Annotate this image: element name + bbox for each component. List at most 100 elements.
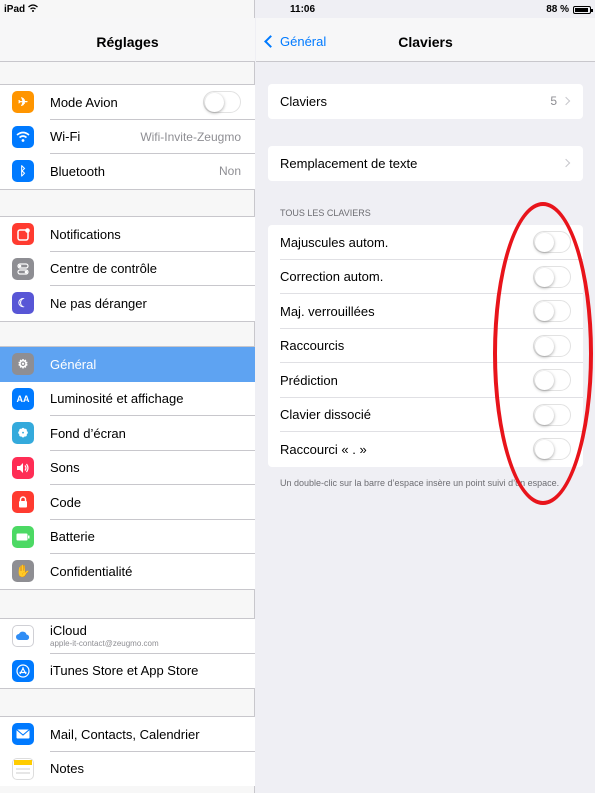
screen: Réglages ✈ Mode Avion Wi-Fi Wifi-Invite-… bbox=[0, 0, 595, 793]
keyboards-row[interactable]: Claviers 5 bbox=[268, 84, 583, 119]
settings-sidebar: Réglages ✈ Mode Avion Wi-Fi Wifi-Invite-… bbox=[0, 0, 255, 793]
predictive-toggle[interactable] bbox=[533, 369, 571, 392]
wifi-icon bbox=[12, 125, 34, 148]
device-name: iPad bbox=[4, 4, 26, 15]
sidebar-group-accounts: iCloud apple-it-contact@zeugmo.com iTune… bbox=[0, 618, 255, 689]
sidebar-item-sounds[interactable]: Sons bbox=[0, 451, 255, 485]
battery-status-icon bbox=[573, 5, 593, 14]
sidebar-item-display[interactable]: AA Luminosité et affichage bbox=[0, 382, 255, 416]
sidebar-item-label: Bluetooth bbox=[50, 163, 105, 179]
sidebar-item-battery[interactable]: Batterie bbox=[0, 520, 255, 554]
sidebar-item-label: Wi-Fi bbox=[50, 129, 81, 145]
sidebar-item-airplane[interactable]: ✈ Mode Avion bbox=[0, 85, 255, 120]
status-bar: iPad 11:06 88 % bbox=[0, 0, 595, 18]
sidebar-item-label: Sons bbox=[50, 460, 80, 476]
shortcuts-toggle[interactable] bbox=[533, 334, 571, 357]
status-time: 11:06 bbox=[290, 4, 316, 15]
toggle-row-period-shortcut: Raccourci « . » bbox=[268, 432, 583, 467]
sidebar-item-wifi[interactable]: Wi-Fi Wifi-Invite-Zeugmo bbox=[0, 120, 255, 154]
sidebar-group-general: ⚙ Général AA Luminosité et affichage ❁ F… bbox=[0, 346, 255, 590]
toggle-label: Maj. verrouillées bbox=[280, 303, 375, 319]
toggle-label: Correction autom. bbox=[280, 269, 384, 285]
sidebar-group-connectivity: ✈ Mode Avion Wi-Fi Wifi-Invite-Zeugmo ᛒ … bbox=[0, 84, 255, 190]
sidebar-group-notifications: Notifications Centre de contrôle ☾ Ne pa… bbox=[0, 216, 255, 322]
airplane-toggle[interactable] bbox=[203, 91, 241, 114]
toggle-label: Prédiction bbox=[280, 372, 338, 388]
battery-icon bbox=[12, 525, 34, 548]
status-left: iPad bbox=[4, 4, 39, 15]
wifi-status-icon bbox=[28, 4, 39, 15]
toggle-label: Raccourcis bbox=[280, 338, 345, 354]
auto-correction-toggle[interactable] bbox=[533, 265, 571, 288]
bluetooth-icon: ᛒ bbox=[12, 160, 34, 183]
sidebar-item-wallpaper[interactable]: ❁ Fond d’écran bbox=[0, 416, 255, 451]
toggle-label: Majuscules autom. bbox=[280, 234, 389, 250]
moon-icon: ☾ bbox=[12, 292, 34, 315]
toggle-label: Raccourci « . » bbox=[280, 441, 367, 457]
sidebar-item-label: Notifications bbox=[50, 226, 121, 242]
toggle-row-caps-lock: Maj. verrouillées bbox=[268, 294, 583, 329]
section-header: TOUS LES CLAVIERS bbox=[280, 208, 371, 218]
lock-icon bbox=[12, 491, 34, 514]
sidebar-item-bluetooth[interactable]: ᛒ Bluetooth Non bbox=[0, 154, 255, 189]
section-footer: Un double-clic sur la barre d’espace ins… bbox=[280, 478, 560, 488]
gear-icon: ⚙ bbox=[12, 353, 34, 376]
appstore-icon bbox=[12, 659, 34, 682]
text-replacement-row[interactable]: Remplacement de texte bbox=[268, 146, 583, 181]
auto-capitalization-toggle[interactable] bbox=[533, 231, 571, 254]
sidebar-item-general[interactable]: ⚙ Général bbox=[0, 347, 255, 382]
split-keyboard-toggle[interactable] bbox=[533, 403, 571, 426]
period-shortcut-toggle[interactable] bbox=[533, 438, 571, 461]
toggle-row-auto-capitalization: Majuscules autom. bbox=[268, 225, 583, 260]
sidebar-title: Réglages bbox=[96, 34, 159, 50]
sidebar-item-app-store[interactable]: iTunes Store et App Store bbox=[0, 654, 255, 689]
chevron-right-icon bbox=[561, 159, 571, 168]
mail-icon bbox=[12, 723, 34, 746]
toggle-label: Clavier dissocié bbox=[280, 407, 372, 423]
toggle-row-shortcuts: Raccourcis bbox=[268, 329, 583, 363]
all-keyboards-group: Majuscules autom. Correction autom. Maj.… bbox=[268, 225, 583, 467]
text-replacement-label: Remplacement de texte bbox=[280, 155, 418, 171]
sidebar-group-apps: Mail, Contacts, Calendrier Notes bbox=[0, 716, 255, 786]
icloud-icon bbox=[12, 625, 34, 648]
sidebar-item-label: Centre de contrôle bbox=[50, 261, 157, 277]
brightness-icon: AA bbox=[12, 387, 34, 410]
control-center-icon bbox=[12, 257, 34, 280]
page-title: Claviers bbox=[398, 34, 453, 50]
sidebar-item-label: iCloud bbox=[50, 623, 87, 638]
sidebar-item-label: Mode Avion bbox=[50, 94, 118, 110]
sidebar-item-label: Luminosité et affichage bbox=[50, 391, 184, 407]
sidebar-item-label: Notes bbox=[50, 761, 84, 777]
detail-pane: Général Claviers Claviers 5 Remplacement… bbox=[256, 0, 595, 793]
caps-lock-toggle[interactable] bbox=[533, 300, 571, 323]
sidebar-item-control-center[interactable]: Centre de contrôle bbox=[0, 252, 255, 286]
wallpaper-icon: ❁ bbox=[12, 422, 34, 445]
sidebar-item-label: Confidentialité bbox=[50, 563, 133, 579]
text-replacement-group: Remplacement de texte bbox=[268, 146, 583, 181]
toggle-row-auto-correction: Correction autom. bbox=[268, 260, 583, 294]
sidebar-item-notes[interactable]: Notes bbox=[0, 752, 255, 787]
hand-icon: ✋ bbox=[12, 560, 34, 583]
sidebar-item-label: Code bbox=[50, 494, 82, 510]
sidebar-item-privacy[interactable]: ✋ Confidentialité bbox=[0, 554, 255, 589]
sidebar-item-label: Fond d’écran bbox=[50, 425, 126, 441]
notifications-icon bbox=[12, 223, 34, 246]
sidebar-item-notifications[interactable]: Notifications bbox=[0, 217, 255, 252]
sidebar-item-label: iTunes Store et App Store bbox=[50, 663, 199, 679]
keyboards-count: 5 bbox=[550, 94, 557, 109]
sidebar-item-passcode[interactable]: Code bbox=[0, 485, 255, 520]
sidebar-item-icloud[interactable]: iCloud apple-it-contact@zeugmo.com bbox=[0, 619, 255, 654]
toggle-row-split-keyboard: Clavier dissocié bbox=[268, 398, 583, 432]
airplane-icon: ✈ bbox=[12, 91, 34, 114]
sidebar-item-mail[interactable]: Mail, Contacts, Calendrier bbox=[0, 717, 255, 752]
notes-icon bbox=[12, 757, 34, 780]
sidebar-item-do-not-disturb[interactable]: ☾ Ne pas déranger bbox=[0, 286, 255, 321]
bluetooth-value: Non bbox=[218, 164, 241, 179]
sidebar-item-label: Ne pas déranger bbox=[50, 295, 147, 311]
battery-percentage: 88 % bbox=[546, 4, 569, 15]
sound-icon bbox=[12, 456, 34, 479]
icloud-account-email: apple-it-contact@zeugmo.com bbox=[50, 639, 159, 648]
status-right: 88 % bbox=[546, 4, 593, 15]
chevron-right-icon bbox=[561, 97, 571, 106]
wifi-network-value: Wifi-Invite-Zeugmo bbox=[140, 129, 241, 144]
